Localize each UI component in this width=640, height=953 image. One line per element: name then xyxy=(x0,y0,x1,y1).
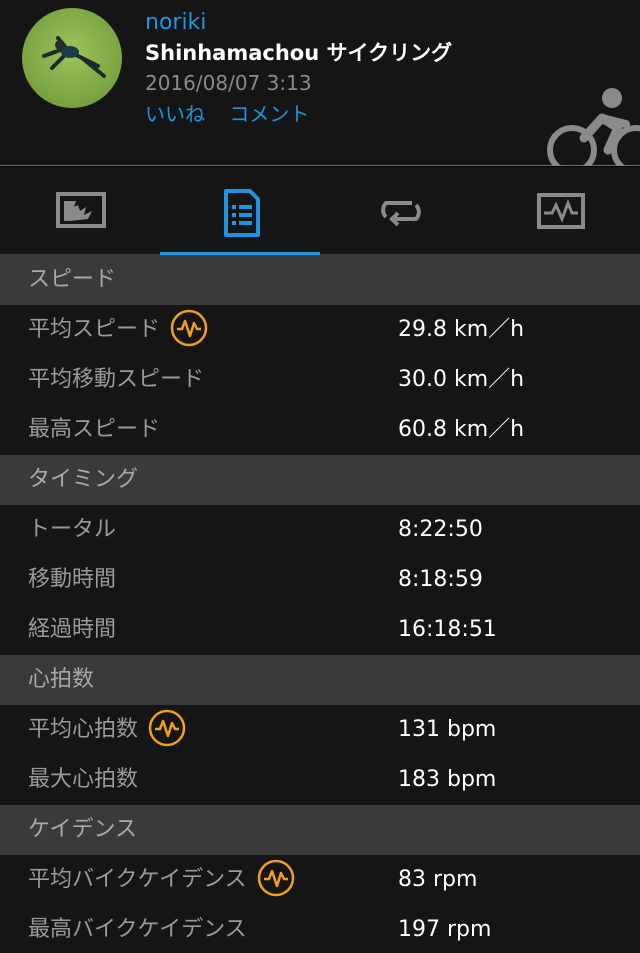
stat-label: 経過時間 xyxy=(28,617,117,642)
stat-label: 平均バイクケイデンス xyxy=(28,855,295,905)
stat-value: 131 bpm xyxy=(398,717,497,742)
stat-label: 最高スピード xyxy=(28,417,161,442)
stat-value: 30.0 km／h xyxy=(398,367,525,392)
like-link[interactable]: いいね xyxy=(145,102,205,126)
stat-label: トータル xyxy=(28,517,117,542)
username[interactable]: noriki xyxy=(145,8,452,38)
section-header-heart-rate: 心拍数 xyxy=(0,655,640,705)
activity-timestamp: 2016/08/07 3:13 xyxy=(145,71,312,95)
list-item: 平均心拍数 131 bpm xyxy=(0,705,640,755)
stat-value: 83 rpm xyxy=(398,867,478,892)
tab-summary[interactable] xyxy=(0,167,160,255)
bike-icon xyxy=(544,80,640,166)
tab-details[interactable] xyxy=(160,167,320,255)
activity-header: noriki Shinhamachou サイクリング 2016/08/07 3:… xyxy=(0,0,640,166)
comment-link[interactable]: コメント xyxy=(229,102,309,126)
list-item: 平均移動スピード 30.0 km／h xyxy=(0,355,640,405)
heart-rate-badge-icon xyxy=(170,309,208,347)
heart-rate-badge-icon xyxy=(148,709,186,747)
tab-bar xyxy=(0,167,640,255)
stat-label: 最高バイクケイデンス xyxy=(28,917,247,942)
list-item: 経過時間 16:18:51 xyxy=(0,605,640,655)
stat-label: 移動時間 xyxy=(28,567,117,592)
graph-monitor-icon xyxy=(537,193,585,229)
section-header-cadence: ケイデンス xyxy=(0,805,640,855)
list-item: 移動時間 8:18:59 xyxy=(0,555,640,605)
stat-value: 16:18:51 xyxy=(398,617,497,642)
section-header-speed: スピード xyxy=(0,255,640,305)
header-text: noriki Shinhamachou サイクリング 2016/08/07 3:… xyxy=(145,8,452,130)
list-item: 最高バイクケイデンス 197 rpm xyxy=(0,905,640,953)
stat-label: 平均スピード xyxy=(28,305,208,355)
section-header-timing: タイミング xyxy=(0,455,640,505)
list-item: 最高スピード 60.8 km／h xyxy=(0,405,640,455)
list-item: 平均スピード 29.8 km／h xyxy=(0,305,640,355)
list-item: トータル 8:22:50 xyxy=(0,505,640,555)
tab-graphs[interactable] xyxy=(480,167,640,255)
stat-value: 8:22:50 xyxy=(398,517,483,542)
stat-label: 平均心拍数 xyxy=(28,705,186,755)
stat-value: 183 bpm xyxy=(398,767,497,792)
activity-title: Shinhamachou サイクリング xyxy=(145,41,453,65)
summary-chart-icon xyxy=(56,192,106,228)
stat-label: 平均移動スピード xyxy=(28,367,205,392)
details-list-icon xyxy=(224,189,260,237)
stat-label: 最大心拍数 xyxy=(28,767,139,792)
stat-value: 197 rpm xyxy=(398,917,492,942)
stat-value: 60.8 km／h xyxy=(398,417,525,442)
stat-value: 29.8 km／h xyxy=(398,317,525,342)
stat-value: 8:18:59 xyxy=(398,567,483,592)
avatar[interactable] xyxy=(22,8,122,108)
stats-list: スピード 平均スピード 29.8 km／h 平均移動スピード 30.0 km／h… xyxy=(0,255,640,953)
tab-laps[interactable] xyxy=(320,167,480,255)
list-item: 最大心拍数 183 bpm xyxy=(0,755,640,805)
laps-loop-icon xyxy=(381,201,421,227)
heart-rate-badge-icon xyxy=(257,859,294,897)
list-item: 平均バイクケイデンス 83 rpm xyxy=(0,855,640,905)
social-actions: いいね コメント xyxy=(145,98,452,130)
